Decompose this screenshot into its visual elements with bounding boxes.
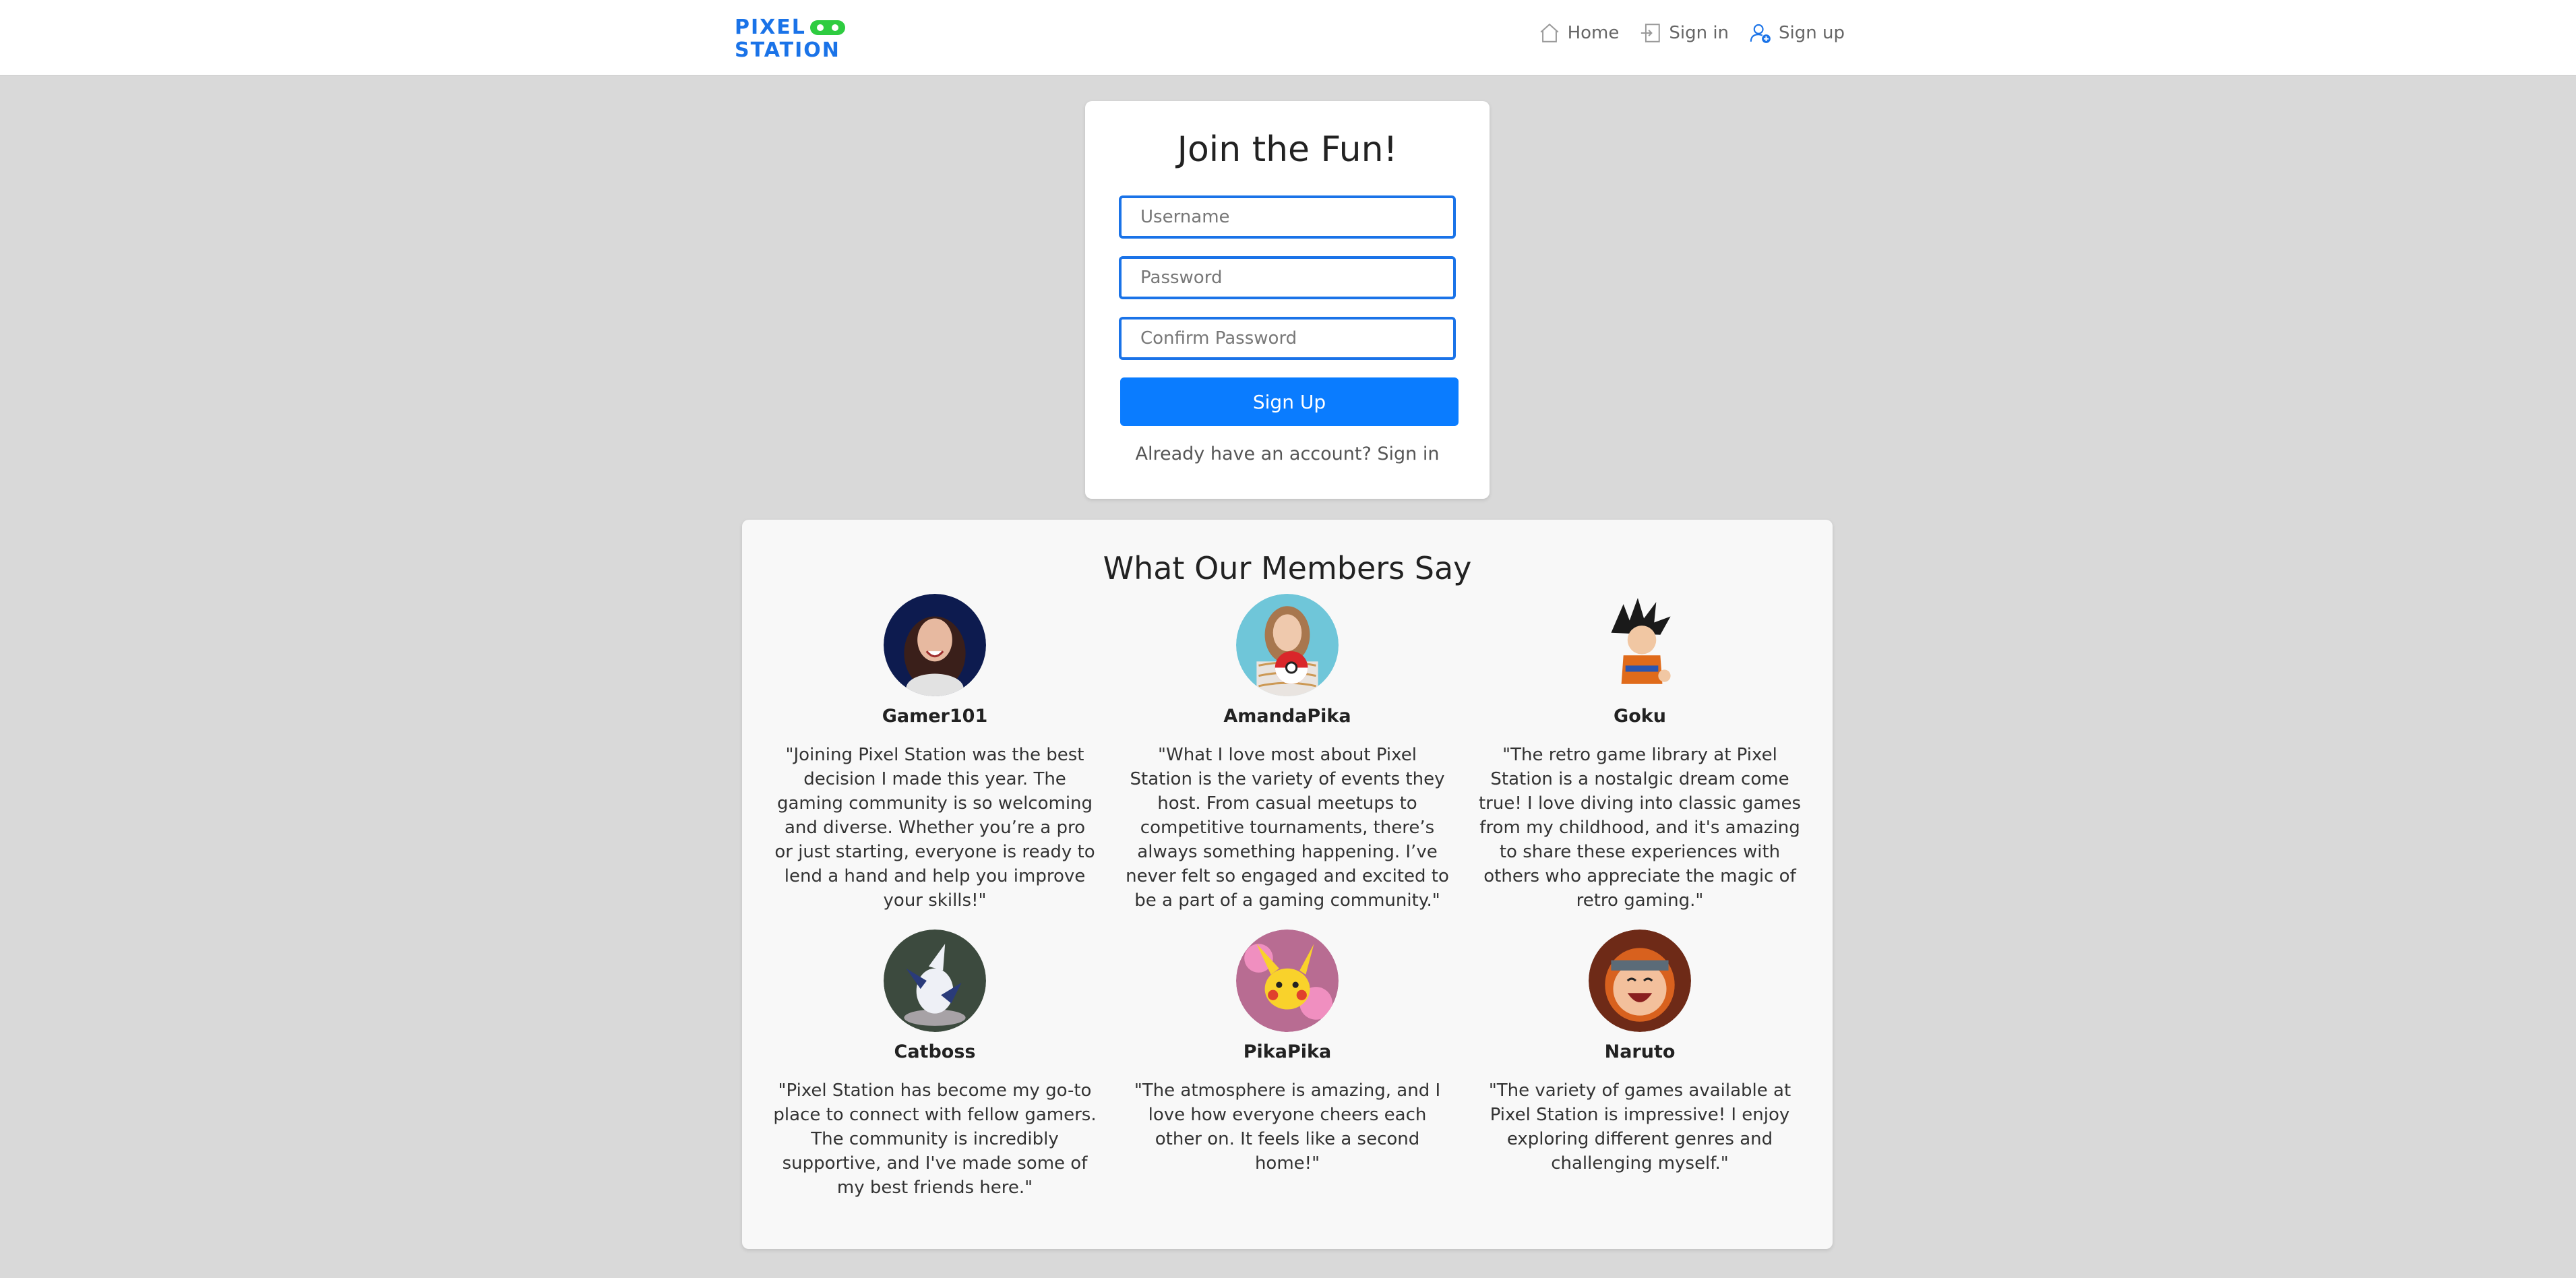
nav-sign-up-label: Sign up bbox=[1779, 23, 1845, 43]
nav-sign-in-label: Sign in bbox=[1669, 23, 1729, 43]
member-quote: "What I love most about Pixel Station is… bbox=[1126, 745, 1449, 911]
already-account-label: Already have an account? bbox=[1135, 444, 1372, 464]
already-account-text: Already have an account? Sign in bbox=[1085, 444, 1490, 464]
sign-in-link[interactable]: Sign in bbox=[1377, 444, 1439, 464]
member-quote: "The retro game library at Pixel Station… bbox=[1478, 745, 1802, 911]
member-quote: "The variety of games available at Pixel… bbox=[1488, 1081, 1791, 1174]
sign-up-button[interactable]: Sign Up bbox=[1120, 377, 1459, 426]
logo-line2: STATION bbox=[735, 38, 840, 62]
testimonials-title: What Our Members Say bbox=[1103, 550, 1472, 586]
member-name: Catboss bbox=[894, 1041, 976, 1062]
pixel-station-logo[interactable]: PIXEL STATION bbox=[735, 16, 845, 62]
testimonial-card: Goku "The retro game library at Pixel St… bbox=[1478, 594, 1802, 913]
testimonial-card: Catboss "Pixel Station has become my go-… bbox=[773, 930, 1097, 1200]
avatar bbox=[884, 930, 986, 1032]
member-name: Naruto bbox=[1604, 1041, 1676, 1062]
nav-sign-in[interactable]: Sign in bbox=[1639, 22, 1729, 44]
member-quote: "Joining Pixel Station was the best deci… bbox=[774, 745, 1095, 911]
nav-home-label: Home bbox=[1567, 23, 1620, 43]
member-quote: "The atmosphere is amazing, and I love h… bbox=[1134, 1081, 1441, 1174]
nav-links: Home Sign in Sign up bbox=[1538, 22, 1845, 44]
testimonial-card: Gamer101 "Joining Pixel Station was the … bbox=[773, 594, 1097, 913]
nav-home[interactable]: Home bbox=[1538, 22, 1620, 44]
member-name: AmandaPika bbox=[1223, 706, 1351, 727]
member-name: PikaPika bbox=[1243, 1041, 1332, 1062]
avatar bbox=[1236, 930, 1339, 1032]
avatar bbox=[1589, 594, 1691, 696]
gamepad-icon bbox=[809, 20, 845, 35]
testimonial-card: Naruto "The variety of games available a… bbox=[1478, 930, 1802, 1176]
testimonial-card: PikaPika "The atmosphere is amazing, and… bbox=[1126, 930, 1449, 1176]
sign-in-icon bbox=[1641, 24, 1661, 42]
add-user-icon bbox=[1750, 24, 1771, 43]
logo-line1: PIXEL bbox=[735, 16, 806, 39]
avatar bbox=[1236, 594, 1339, 696]
avatar bbox=[884, 594, 986, 696]
member-quote: "Pixel Station has become my go-to place… bbox=[773, 1081, 1097, 1198]
member-name: Gamer101 bbox=[882, 706, 988, 727]
avatar bbox=[1589, 930, 1691, 1032]
member-name: Goku bbox=[1614, 706, 1666, 727]
signup-card: Join the Fun! Sign Up Already have an ac… bbox=[1085, 101, 1490, 499]
nav-sign-up[interactable]: Sign up bbox=[1749, 22, 1845, 44]
testimonial-card: AmandaPika "What I love most about Pixel… bbox=[1126, 594, 1449, 913]
password-input[interactable] bbox=[1119, 256, 1456, 299]
testimonials-section: What Our Members Say Gamer101 "Joining P… bbox=[742, 520, 1833, 1249]
signup-title: Join the Fun! bbox=[1177, 129, 1398, 170]
username-input[interactable] bbox=[1119, 195, 1456, 239]
confirm-password-input[interactable] bbox=[1119, 317, 1456, 360]
home-icon bbox=[1540, 23, 1558, 42]
navbar: PIXEL STATION Home Sign in Sign up bbox=[0, 0, 2576, 75]
